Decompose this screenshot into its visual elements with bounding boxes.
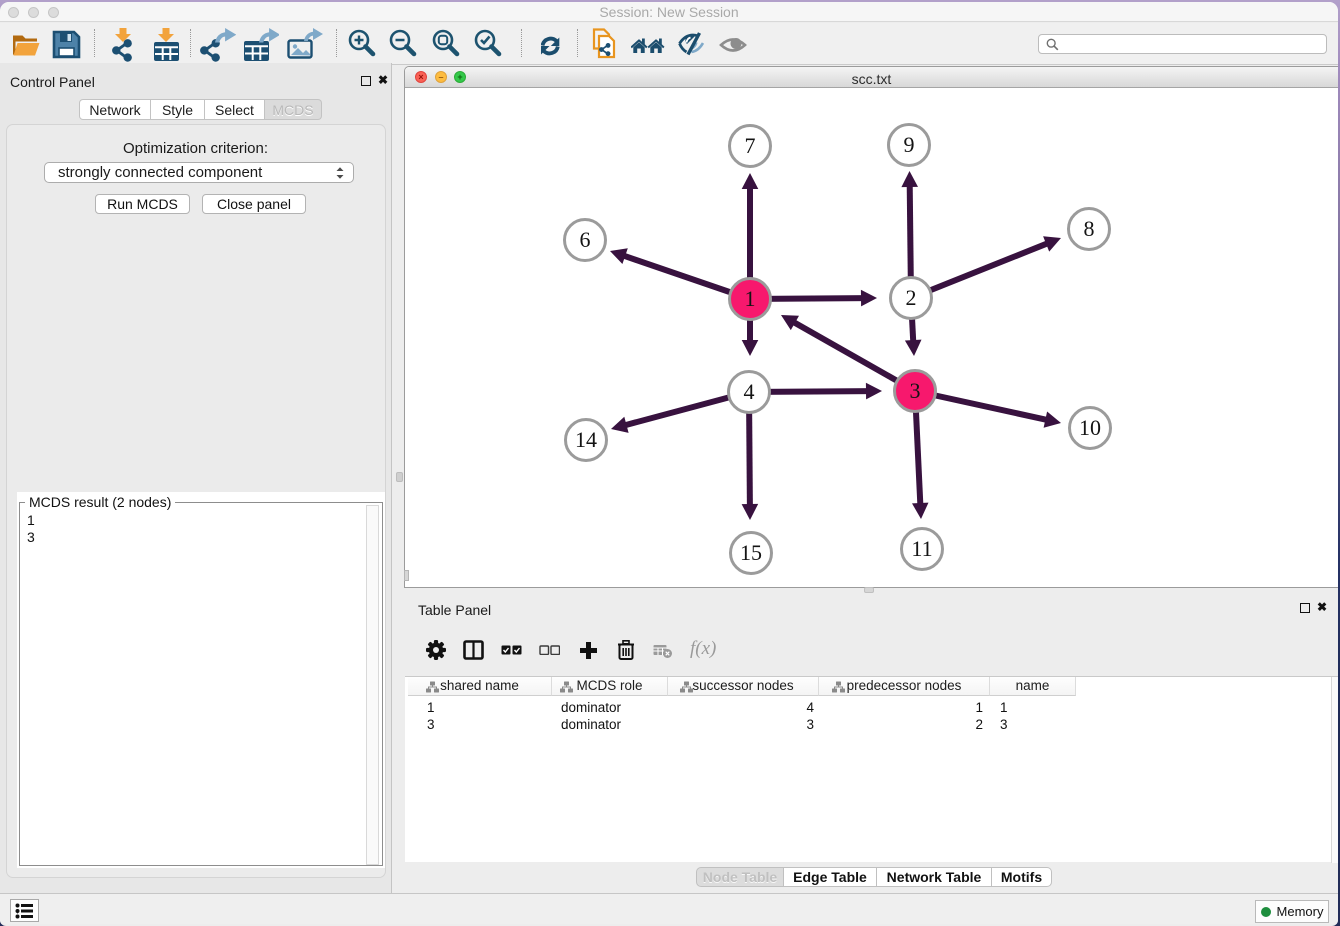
- svg-text:15: 15: [740, 540, 762, 565]
- svg-text:3: 3: [910, 378, 921, 403]
- svg-text:4: 4: [744, 379, 755, 404]
- svg-text:14: 14: [575, 427, 597, 452]
- svg-text:7: 7: [745, 133, 756, 158]
- svg-text:6: 6: [580, 227, 591, 252]
- svg-text:10: 10: [1079, 415, 1101, 440]
- svg-text:1: 1: [745, 286, 756, 311]
- svg-text:11: 11: [911, 536, 932, 561]
- svg-text:9: 9: [904, 132, 915, 157]
- svg-text:2: 2: [906, 285, 917, 310]
- svg-text:8: 8: [1084, 216, 1095, 241]
